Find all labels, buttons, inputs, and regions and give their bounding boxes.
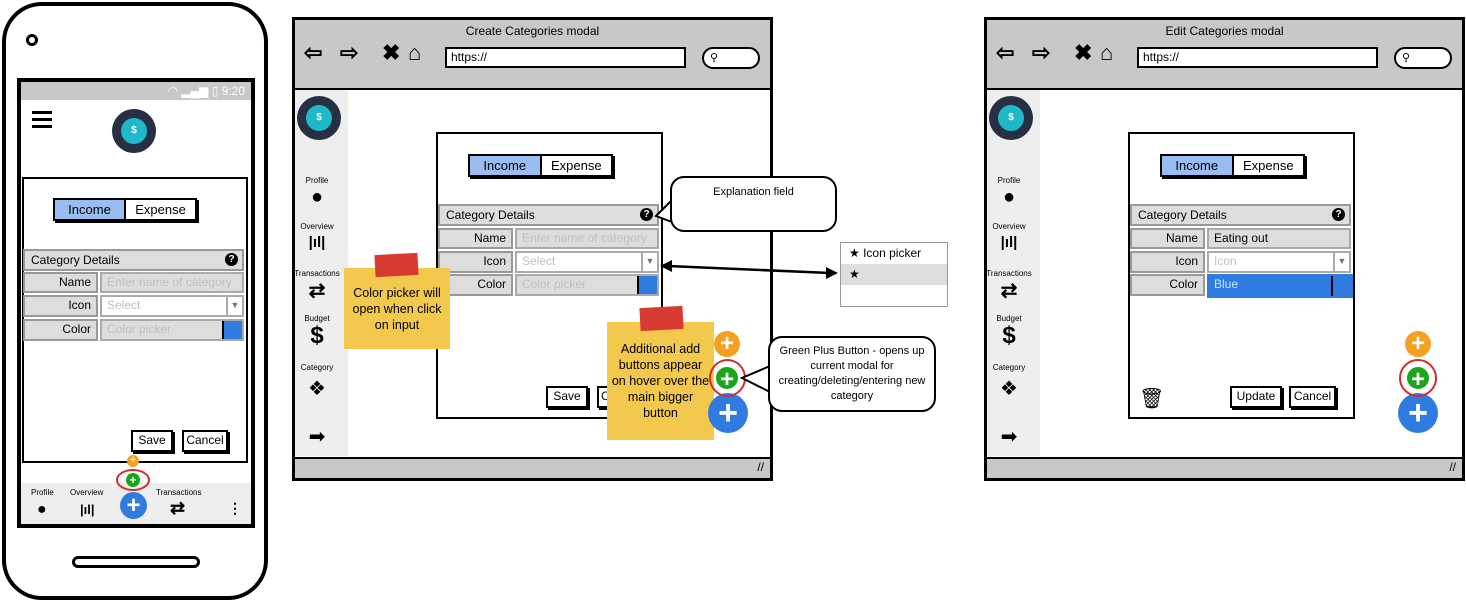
blue-plus-button[interactable]: + <box>1398 393 1438 433</box>
callout-green-plus: Green Plus Button - opens up current mod… <box>768 336 936 412</box>
color-label: Color <box>1130 274 1205 296</box>
user-icon[interactable]: ● <box>981 186 1037 209</box>
icon-picker-title-row: ★ Icon picker <box>841 243 947 264</box>
arrow-head <box>826 267 838 279</box>
income-expense-toggle: Income Expense <box>1160 154 1305 177</box>
color-swatch[interactable] <box>1331 276 1351 296</box>
star-icon: ★ <box>849 267 860 281</box>
logout-icon[interactable]: ➡ <box>981 424 1037 449</box>
url-input[interactable]: https:// <box>1137 47 1378 68</box>
chevron-down-icon[interactable]: ▼ <box>1333 253 1349 271</box>
orange-plus-button[interactable]: + <box>1405 331 1431 357</box>
update-button[interactable]: Update <box>1230 386 1282 408</box>
sidebar-category-label[interactable]: Category <box>981 363 1037 372</box>
resize-handle-icon[interactable]: // <box>1449 460 1456 474</box>
sidebar-overview-label[interactable]: Overview <box>981 222 1037 231</box>
callout-pointer <box>739 365 771 393</box>
window-title: Edit Categories modal <box>1165 24 1284 38</box>
status-bar: // <box>987 457 1462 478</box>
double-arrow <box>667 264 831 275</box>
highlight-ring <box>1399 359 1437 397</box>
arrow-head <box>660 260 672 272</box>
tab-expense[interactable]: Expense <box>1234 156 1304 175</box>
icon-picker-title: Icon picker <box>863 246 922 260</box>
dollar-icon[interactable]: $ <box>981 322 1037 350</box>
icon-option[interactable]: ★ <box>841 264 947 285</box>
icon-select[interactable]: Icon ▼ <box>1207 251 1351 273</box>
forward-icon[interactable]: ⇨ <box>1032 40 1050 66</box>
sidebar-profile-label[interactable]: Profile <box>981 176 1037 185</box>
tab-income[interactable]: Income <box>1162 156 1234 175</box>
name-label: Name <box>1130 228 1205 249</box>
icon-label: Icon <box>1130 251 1205 273</box>
icon-picker: ★ Icon picker ★ <box>840 242 948 307</box>
name-input[interactable]: Eating out <box>1207 228 1351 249</box>
cancel-button[interactable]: Cancel <box>1289 386 1336 408</box>
icon-option-empty[interactable] <box>841 285 947 306</box>
color-input[interactable]: Blue <box>1207 274 1353 298</box>
section-header: Category Details? <box>1130 204 1351 226</box>
help-icon[interactable]: ? <box>1332 208 1345 221</box>
cubes-icon[interactable]: ❖ <box>981 376 1037 401</box>
color-input-value: Blue <box>1214 277 1239 291</box>
section-title: Category Details <box>1138 208 1227 222</box>
bar-chart-icon[interactable]: |ıl| <box>981 234 1037 251</box>
transfer-icon[interactable]: ⇄ <box>981 278 1037 303</box>
callout-explanation: Explanation field <box>670 176 837 232</box>
app-logo: $ <box>989 96 1033 140</box>
trash-icon[interactable]: 🗑 <box>1139 386 1164 411</box>
close-icon[interactable]: ✖ <box>1074 40 1092 66</box>
star-icon: ★ <box>849 246 864 260</box>
icon-select-value: Icon <box>1214 254 1237 268</box>
home-icon[interactable]: ⌂ <box>1100 40 1113 66</box>
back-icon[interactable]: ⇦ <box>996 40 1014 66</box>
search-icon[interactable]: ⚲ <box>1394 47 1452 69</box>
sidebar-transactions-label[interactable]: Transactions <box>981 269 1037 278</box>
